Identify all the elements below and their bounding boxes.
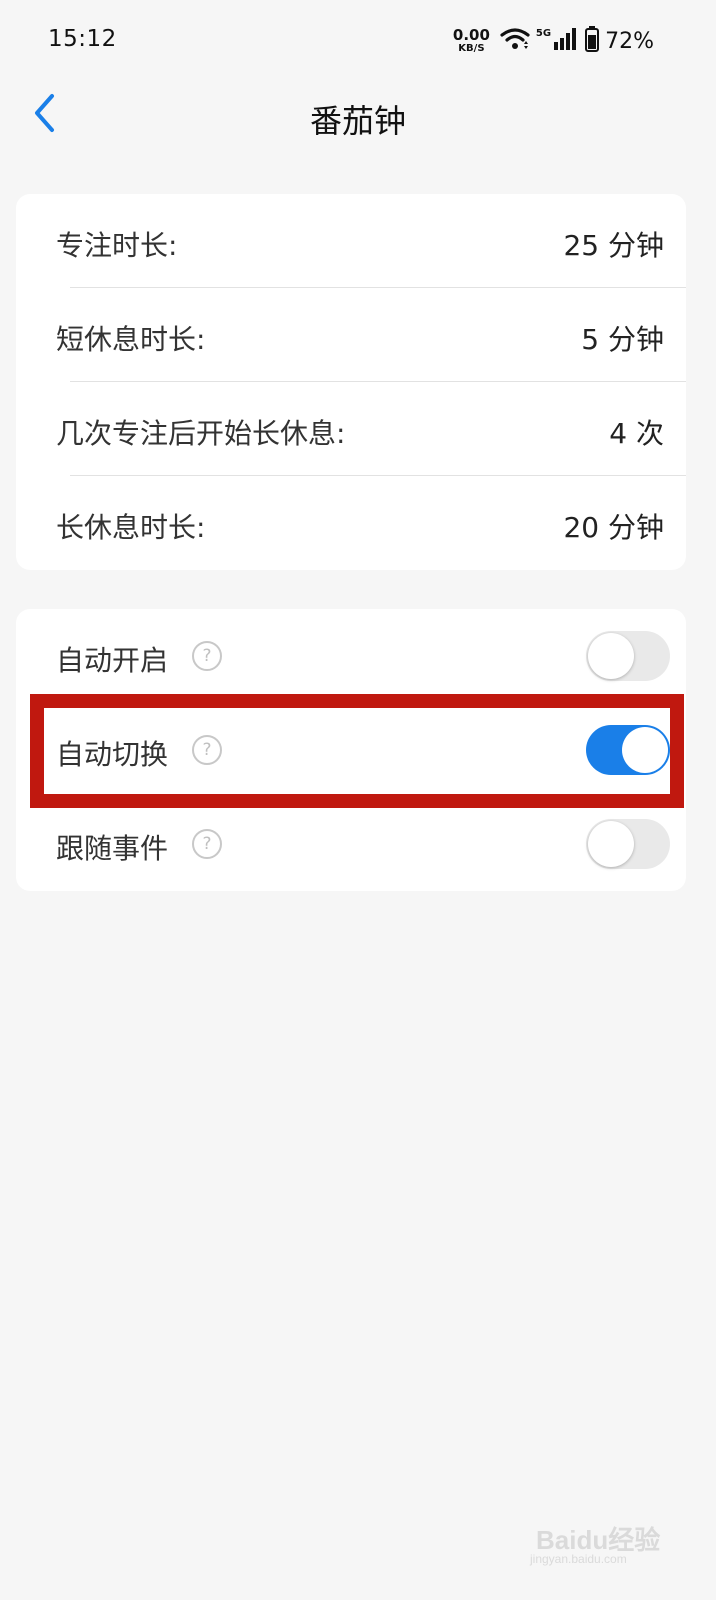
short-break-label: 短休息时长: bbox=[56, 323, 206, 356]
focus-duration-value: 25 分钟 bbox=[563, 229, 664, 262]
durations-card: 专注时长: 25 分钟 短休息时长: 5 分钟 几次专注后开始长休息: 4 次 … bbox=[16, 194, 686, 570]
help-icon[interactable]: ? bbox=[192, 829, 222, 859]
toggles-card: 自动开启 ? 自动切换 ? 跟随事件 ? bbox=[16, 609, 686, 891]
status-icons: 0.00 KB/S 5G 72% bbox=[453, 26, 654, 56]
short-break-row[interactable]: 短休息时长: 5 分钟 bbox=[16, 288, 686, 382]
toggle-knob bbox=[588, 821, 634, 867]
page-title: 番茄钟 bbox=[309, 102, 406, 140]
long-break-interval-label: 几次专注后开始长休息: bbox=[56, 417, 346, 450]
help-icon[interactable]: ? bbox=[192, 641, 222, 671]
long-break-row[interactable]: 长休息时长: 20 分钟 bbox=[16, 476, 686, 570]
network-speed-value: 0.00 bbox=[452, 26, 490, 44]
toggle-knob bbox=[622, 727, 668, 773]
long-break-interval-value: 4 次 bbox=[609, 417, 664, 450]
toggle-knob bbox=[588, 633, 634, 679]
auto-switch-toggle[interactable] bbox=[586, 725, 670, 775]
focus-duration-label: 专注时长: bbox=[56, 229, 178, 262]
auto-switch-row: 自动切换 ? bbox=[16, 703, 686, 797]
auto-start-label: 自动开启 bbox=[56, 644, 169, 677]
follow-event-toggle[interactable] bbox=[586, 819, 670, 869]
long-break-label: 长休息时长: bbox=[56, 511, 206, 544]
auto-start-row: 自动开启 ? bbox=[16, 609, 686, 703]
long-break-interval-row[interactable]: 几次专注后开始长休息: 4 次 bbox=[16, 382, 686, 476]
status-time: 15:12 bbox=[48, 26, 117, 52]
help-icon[interactable]: ? bbox=[192, 735, 222, 765]
watermark-url: jingyan.baidu.com bbox=[530, 1552, 627, 1566]
battery-icon bbox=[585, 26, 600, 56]
auto-switch-label: 自动切换 bbox=[56, 738, 169, 771]
signal-type-label: 5G bbox=[535, 27, 552, 39]
nav-bar: 番茄钟 bbox=[0, 80, 716, 160]
short-break-value: 5 分钟 bbox=[581, 323, 664, 356]
long-break-value: 20 分钟 bbox=[563, 511, 664, 544]
wifi-icon bbox=[500, 27, 530, 55]
follow-event-row: 跟随事件 ? bbox=[16, 797, 686, 891]
status-bar: 15:12 0.00 KB/S 5G 72% bbox=[0, 0, 716, 80]
network-speed-unit: KB/S bbox=[458, 43, 485, 54]
follow-event-label: 跟随事件 bbox=[56, 832, 169, 865]
watermark-logo: Baidu经验 jingyan.baidu.com bbox=[530, 1508, 666, 1578]
battery-percent: 72% bbox=[605, 28, 654, 54]
focus-duration-row[interactable]: 专注时长: 25 分钟 bbox=[16, 194, 686, 288]
signal-icon bbox=[553, 27, 579, 55]
auto-start-toggle[interactable] bbox=[586, 631, 670, 681]
network-speed: 0.00 KB/S bbox=[453, 28, 490, 54]
